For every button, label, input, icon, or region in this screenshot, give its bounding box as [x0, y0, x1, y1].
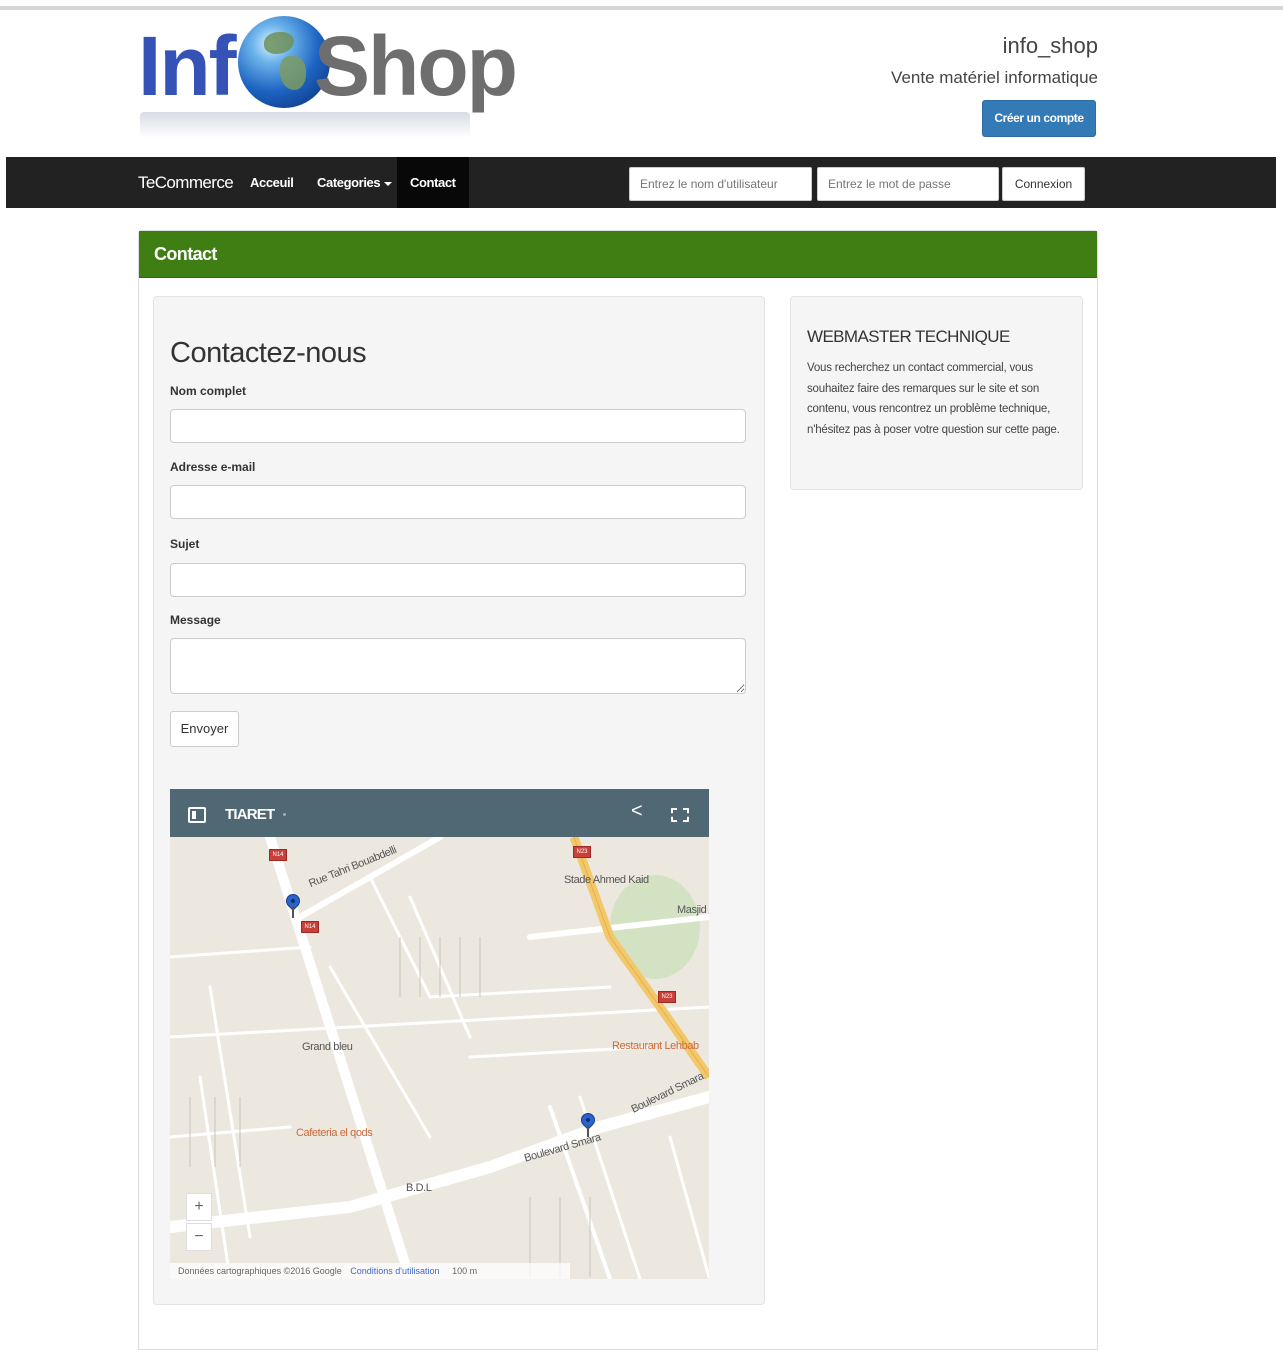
road-marker-4: N23 [658, 991, 676, 1003]
webmaster-title: WEBMASTER TECHNIQUE [807, 327, 1010, 346]
road-marker-2: N23 [573, 846, 591, 858]
map-label-mosque: Masjid [677, 904, 707, 916]
full-name-input[interactable] [170, 409, 746, 443]
label-subject: Sujet [170, 537, 200, 551]
map-label-stadium: Stade Ahmed Kaid [564, 874, 649, 886]
nav-item-acceuil[interactable]: Acceuil [250, 157, 294, 208]
map-footer: Données cartographiques ©2016 Google Con… [170, 1263, 570, 1279]
nav-item-categories[interactable]: Categories [317, 157, 393, 208]
site-name: info_shop [1002, 33, 1098, 58]
map-label-grand-bleu: Grand bleu [302, 1041, 353, 1053]
embedded-map[interactable]: TIARET < N14 N23 N14 N23 Rue Tahri Bouab… [170, 789, 709, 1279]
nav-item-contact[interactable]: Contact [397, 157, 469, 208]
form-title: Contactez-nous [170, 337, 367, 369]
map-label-bdl: B.D.L [406, 1182, 432, 1194]
map-pin-icon[interactable] [283, 891, 303, 918]
label-email: Adresse e-mail [170, 460, 256, 474]
map-roads [170, 837, 709, 1279]
map-sidebar-icon[interactable] [188, 807, 206, 823]
map-title-dot [283, 813, 286, 816]
site-tagline: Vente matériel informatique [891, 68, 1098, 87]
login-button[interactable]: Connexion [1002, 167, 1085, 201]
map-label-cafeteria: Cafeteria el qods [296, 1127, 373, 1139]
label-message: Message [170, 613, 221, 627]
caret-down-icon [384, 181, 393, 186]
subject-input[interactable] [170, 563, 746, 597]
map-label-restaurant: Restaurant Lehbab [612, 1040, 699, 1052]
nav-item-categories-label: Categories [317, 175, 381, 190]
webmaster-text: Vous recherchez un contact commercial, v… [807, 362, 1060, 436]
road-marker-1: N14 [269, 849, 287, 861]
send-button[interactable]: Envoyer [170, 711, 239, 747]
panel-heading: Contact [139, 231, 1097, 278]
road-marker-3: N14 [301, 921, 319, 933]
zoom-out-button[interactable]: − [186, 1223, 212, 1251]
logo-text-left: Inf [138, 19, 237, 113]
share-icon[interactable]: < [631, 800, 643, 823]
create-account-button[interactable]: Créer un compte [982, 100, 1096, 137]
message-textarea[interactable] [170, 638, 746, 694]
map-scale: 100 m [452, 1266, 478, 1276]
password-input[interactable] [817, 167, 999, 201]
navbar-brand[interactable]: TeCommerce [138, 157, 234, 208]
logo-text-right: Shop [314, 19, 518, 113]
label-full-name: Nom complet [170, 384, 247, 398]
map-pin-icon[interactable] [578, 1110, 598, 1137]
fullscreen-icon[interactable] [671, 808, 689, 822]
username-input[interactable] [629, 167, 812, 201]
map-header: TIARET < [170, 789, 709, 837]
map-copyright: Données cartographiques ©2016 Google [178, 1266, 342, 1276]
logo-reflection [140, 112, 470, 138]
top-border [0, 6, 1283, 10]
zoom-in-button[interactable]: + [186, 1193, 212, 1221]
email-input[interactable] [170, 485, 746, 519]
infoshop-logo[interactable]: Inf Shop [136, 14, 518, 139]
map-terms-link[interactable]: Conditions d'utilisation [350, 1266, 439, 1276]
main-navbar: TeCommerce Acceuil Categories Contact Co… [6, 157, 1276, 208]
map-title: TIARET [225, 806, 275, 823]
